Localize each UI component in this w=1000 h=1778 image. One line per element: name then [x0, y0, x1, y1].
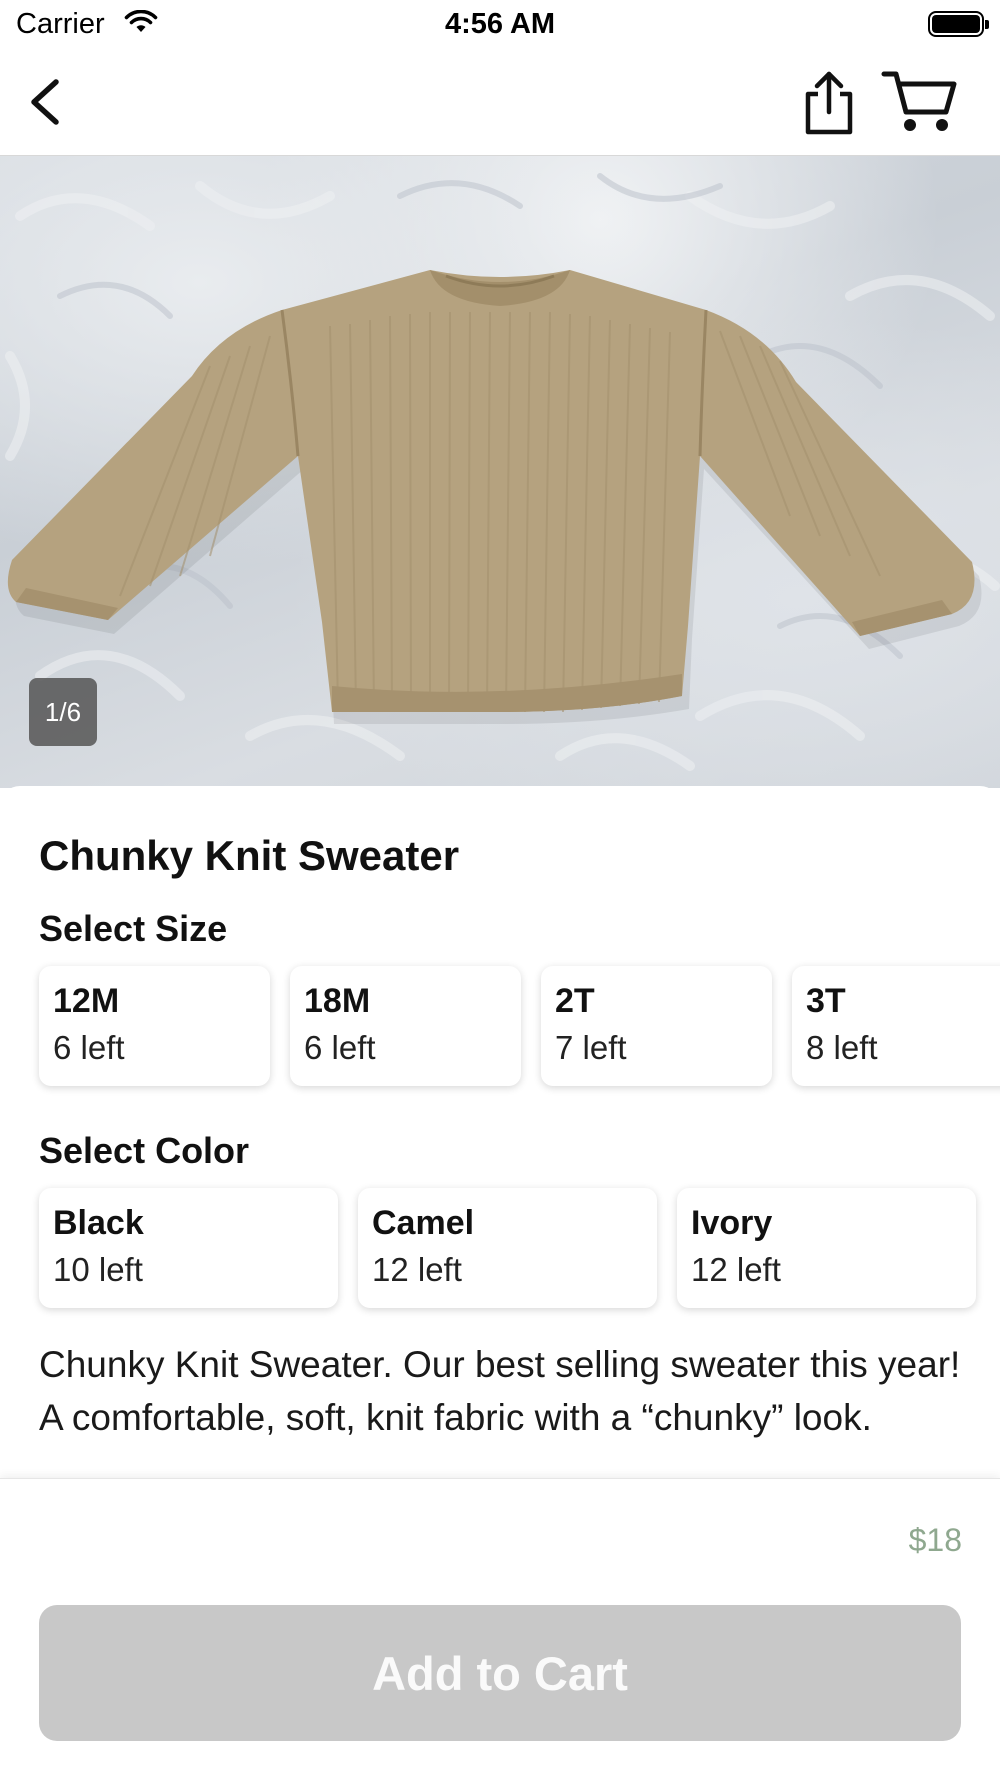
select-size-label: Select Size: [39, 908, 228, 949]
product-description: Chunky Knit Sweater. Our best selling sw…: [39, 1344, 961, 1438]
product-image: [5, 173, 1000, 771]
color-option-camel[interactable]: Camel 12 left: [358, 1188, 657, 1308]
share-icon: [805, 71, 853, 135]
cart-icon: [881, 71, 957, 131]
battery-icon: [928, 11, 989, 37]
select-color-label: Select Color: [39, 1130, 250, 1171]
color-name: Ivory: [691, 1204, 773, 1242]
add-to-cart-button[interactable]: Add to Cart: [39, 1605, 961, 1741]
color-name: Camel: [372, 1204, 475, 1242]
size-stock: 7 left: [555, 1029, 627, 1066]
size-name: 2T: [555, 982, 595, 1020]
size-option-3t[interactable]: 3T 8 left: [792, 966, 1000, 1086]
product-details: Chunky Knit Sweater Select Size 12M 6 le…: [0, 786, 1000, 1478]
back-button[interactable]: [18, 72, 78, 132]
product-title: Chunky Knit Sweater: [39, 832, 460, 879]
size-stock: 6 left: [53, 1029, 125, 1066]
color-stock: 12 left: [691, 1251, 781, 1288]
product-image-gallery[interactable]: 1/6: [0, 156, 1000, 788]
status-bar: Carrier 4:56 AM: [0, 0, 1000, 52]
product-detail-screen: Carrier 4:56 AM 1/6 Chunky Knit Sweater …: [0, 0, 1000, 1778]
navigation-bar: [0, 52, 1000, 156]
size-option-12m[interactable]: 12M 6 left: [39, 966, 270, 1086]
color-option-ivory[interactable]: Ivory 12 left: [677, 1188, 976, 1308]
image-counter-badge: 1/6: [29, 678, 97, 746]
purchase-bar: $18 Add to Cart: [0, 1478, 1000, 1778]
chevron-left-icon: [31, 79, 59, 125]
share-button[interactable]: [796, 68, 862, 138]
size-option-2t[interactable]: 2T 7 left: [541, 966, 772, 1086]
color-name: Black: [53, 1204, 144, 1242]
color-stock: 10 left: [53, 1251, 143, 1288]
size-stock: 8 left: [806, 1029, 878, 1066]
size-name: 18M: [304, 982, 371, 1020]
size-option-18m[interactable]: 18M 6 left: [290, 966, 521, 1086]
size-name: 3T: [806, 982, 846, 1020]
clock: 4:56 AM: [444, 8, 556, 40]
size-name: 12M: [53, 982, 120, 1020]
cart-button[interactable]: [880, 66, 958, 136]
color-option-black[interactable]: Black 10 left: [39, 1188, 338, 1308]
color-stock: 12 left: [372, 1251, 462, 1288]
size-stock: 6 left: [304, 1029, 376, 1066]
price-label: $18: [908, 1522, 962, 1558]
